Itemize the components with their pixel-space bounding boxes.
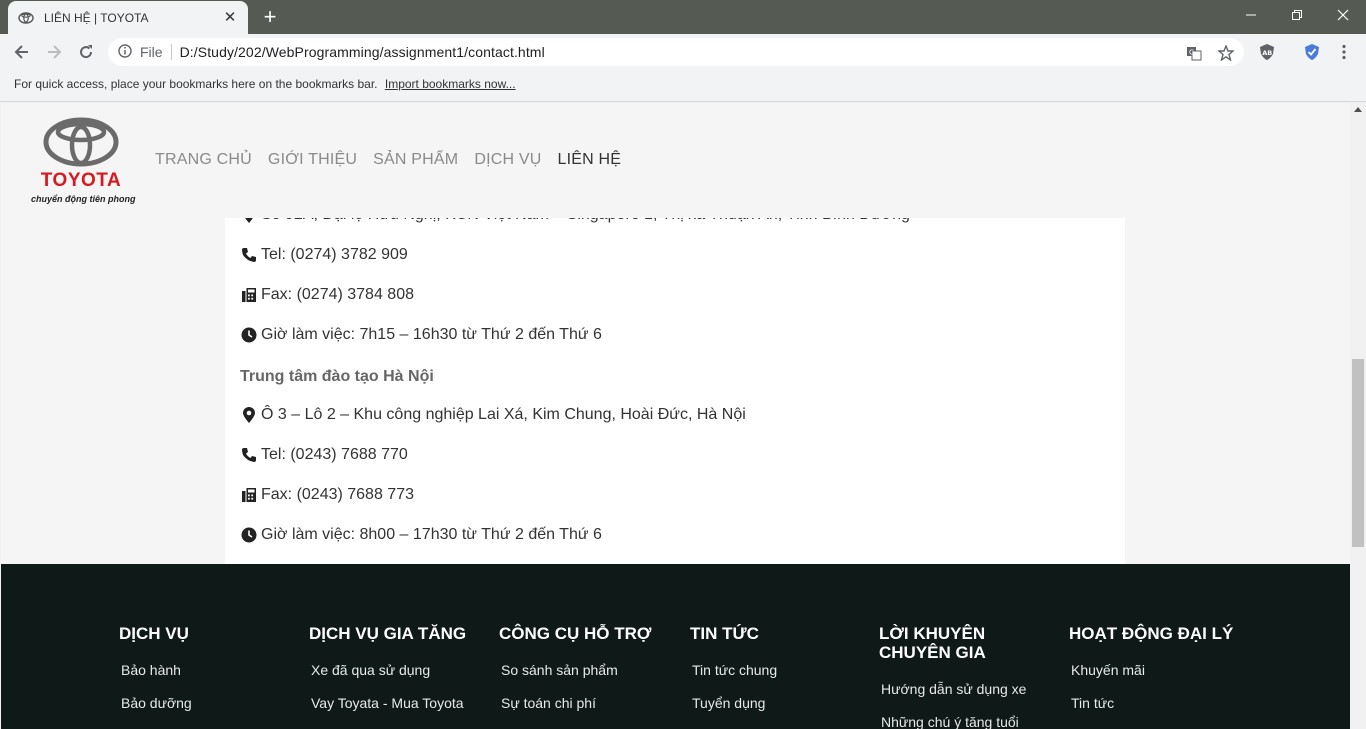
nav-item-home[interactable]: TRANG CHỦ [155, 151, 252, 169]
browser-titlebar: LIÊN HỆ | TOYOTA ✕ + [0, 0, 1366, 34]
logo-wordmark: TOYOTA [40, 170, 122, 191]
scrollbar-thumb[interactable] [1352, 359, 1364, 547]
svg-text:G: G [1189, 49, 1194, 57]
phone-icon [240, 247, 257, 264]
footer-heading: DỊCH VỤ [119, 624, 189, 643]
footer-link[interactable]: Bảo dưỡng [121, 695, 299, 711]
footer-heading: HOẠT ĐỘNG ĐẠI LÝ [1069, 624, 1234, 643]
fax-row-2: Fax: (0243) 7688 773 [240, 486, 414, 504]
footer-column-dealer: HOẠT ĐỘNG ĐẠI LÝ Khuyến mãi Tin tức [1069, 624, 1249, 711]
browser-tab[interactable]: LIÊN HỆ | TOYOTA ✕ [8, 1, 248, 34]
logo-slogan: chuyển động tiên phong [31, 194, 136, 204]
fax-text-2: Fax: (0243) 7688 773 [261, 486, 414, 503]
omnibox-divider [170, 44, 172, 60]
tel-text-1: Tel: (0274) 3782 909 [261, 246, 408, 263]
clock-icon [240, 527, 257, 544]
footer-heading: CÔNG CỤ HỖ TRỢ [499, 624, 652, 643]
address-text-2: Ô 3 – Lô 2 – Khu công nghiệp Lai Xá, Kim… [261, 406, 746, 423]
menu-kebab-icon[interactable] [1334, 41, 1354, 63]
footer-link[interactable]: Tin tức [1071, 695, 1249, 711]
reload-icon[interactable] [73, 40, 99, 64]
footer-link[interactable]: Xe đã qua sử dụng [311, 662, 489, 678]
translate-icon[interactable]: G [1184, 44, 1204, 62]
footer-link[interactable]: Hướng dẫn sử dụng xe [881, 681, 1029, 697]
scroll-up-arrow-icon[interactable] [1354, 107, 1362, 112]
address-row-2: Ô 3 – Lô 2 – Khu công nghiệp Lai Xá, Kim… [240, 406, 746, 424]
footer-link[interactable]: Những chú ý tăng tuổi [881, 714, 1029, 729]
footer-column-expert-advice: LỜI KHUYÊN CHUYÊN GIA Hướng dẫn sử dụng … [879, 624, 1029, 729]
nav-item-contact[interactable]: LIÊN HỆ [558, 151, 622, 169]
fax-row-1: Fax: (0274) 3784 808 [240, 286, 414, 304]
shield-extension-icon[interactable] [1302, 41, 1322, 63]
map-marker-icon [240, 407, 257, 424]
site-footer: DỊCH VỤ Bảo hành Bảo dưỡng DỊCH VỤ GIA T… [1, 564, 1350, 729]
nav-item-services[interactable]: DỊCH VỤ [474, 151, 541, 169]
info-icon[interactable] [118, 43, 132, 61]
hours-text-1: Giờ làm việc: 7h15 – 16h30 từ Thứ 2 đến … [261, 326, 602, 343]
restore-icon[interactable] [1274, 0, 1320, 30]
footer-link[interactable]: Bảo hành [121, 662, 299, 678]
footer-link[interactable]: Tin tức chung [692, 662, 870, 678]
hours-row-2: Giờ làm việc: 8h00 – 17h30 từ Thứ 2 đến … [240, 526, 602, 544]
bookmark-star-icon[interactable] [1216, 44, 1236, 62]
footer-column-value-added: DỊCH VỤ GIA TĂNG Xe đã qua sử dụng Vay T… [309, 624, 489, 711]
back-arrow-icon[interactable] [9, 40, 35, 64]
url-text[interactable]: D:/Study/202/WebProgramming/assignment1/… [180, 44, 545, 60]
forward-arrow-icon[interactable] [41, 40, 67, 64]
adblock-extension-icon[interactable]: AB [1257, 41, 1277, 63]
browser-toolbar: File D:/Study/202/WebProgramming/assignm… [0, 34, 1366, 70]
footer-link[interactable]: Vay Toyata - Mua Toyota [311, 695, 489, 711]
tel-row-2: Tel: (0243) 7688 770 [240, 446, 408, 464]
close-tab-icon[interactable]: ✕ [222, 9, 238, 26]
page-viewport: Số 92A, Đại lộ Hữu Nghị, KCN Việt Nam – … [1, 103, 1350, 729]
clock-icon [240, 327, 257, 344]
footer-heading: TIN TỨC [690, 624, 759, 643]
contact-content: Số 92A, Đại lộ Hữu Nghị, KCN Việt Nam – … [225, 206, 1125, 564]
toyota-logo[interactable]: TOYOTA chuyển động tiên phong [31, 117, 136, 207]
fax-text-1: Fax: (0274) 3784 808 [261, 286, 414, 303]
bookmarks-hint: For quick access, place your bookmarks h… [14, 77, 378, 91]
footer-column-tools: CÔNG CỤ HỖ TRỢ So sánh sản phẩm Sự toán … [499, 624, 679, 711]
tab-title: LIÊN HỆ | TOYOTA [44, 10, 149, 25]
hours-row-1: Giờ làm việc: 7h15 – 16h30 từ Thứ 2 đến … [240, 326, 602, 344]
toyota-favicon-icon [18, 10, 34, 26]
footer-link[interactable]: Sự toán chi phí [501, 695, 679, 711]
nav-item-about[interactable]: GIỚI THIỆU [268, 151, 357, 169]
minimize-icon[interactable] [1228, 0, 1274, 30]
footer-link[interactable]: Khuyến mãi [1071, 662, 1249, 678]
bookmarks-bar: For quick access, place your bookmarks h… [0, 70, 1366, 102]
omnibox-file-label: File [140, 44, 163, 60]
vertical-scrollbar[interactable] [1350, 103, 1366, 729]
close-window-icon[interactable] [1320, 0, 1366, 30]
nav-item-products[interactable]: SẢN PHẨM [373, 151, 458, 169]
address-bar[interactable]: File D:/Study/202/WebProgramming/assignm… [108, 38, 1244, 66]
footer-column-services: DỊCH VỤ Bảo hành Bảo dưỡng [119, 624, 299, 711]
footer-heading: DỊCH VỤ GIA TĂNG [309, 624, 467, 643]
footer-heading: LỜI KHUYÊN CHUYÊN GIA [879, 624, 986, 662]
phone-icon [240, 447, 257, 464]
fax-icon [240, 487, 257, 504]
site-header: TOYOTA chuyển động tiên phong TRANG CHỦ … [1, 103, 1350, 218]
footer-link[interactable]: So sánh sản phẩm [501, 662, 679, 678]
svg-text:AB: AB [1262, 49, 1272, 57]
main-nav: TRANG CHỦ GIỚI THIỆU SẢN PHẨM DỊCH VỤ LI… [155, 151, 637, 169]
tel-row-1: Tel: (0274) 3782 909 [240, 246, 408, 264]
new-tab-button[interactable]: + [258, 6, 282, 28]
import-bookmarks-link[interactable]: Import bookmarks now... [385, 77, 516, 91]
toyota-emblem-icon [43, 117, 119, 167]
footer-link[interactable]: Tuyển dụng [692, 695, 870, 711]
fax-icon [240, 287, 257, 304]
footer-column-news: TIN TỨC Tin tức chung Tuyển dụng [690, 624, 870, 711]
section-title-hanoi: Trung tâm đào tạo Hà Nội [240, 368, 434, 385]
tel-text-2: Tel: (0243) 7688 770 [261, 446, 408, 463]
hours-text-2: Giờ làm việc: 8h00 – 17h30 từ Thứ 2 đến … [261, 526, 602, 543]
